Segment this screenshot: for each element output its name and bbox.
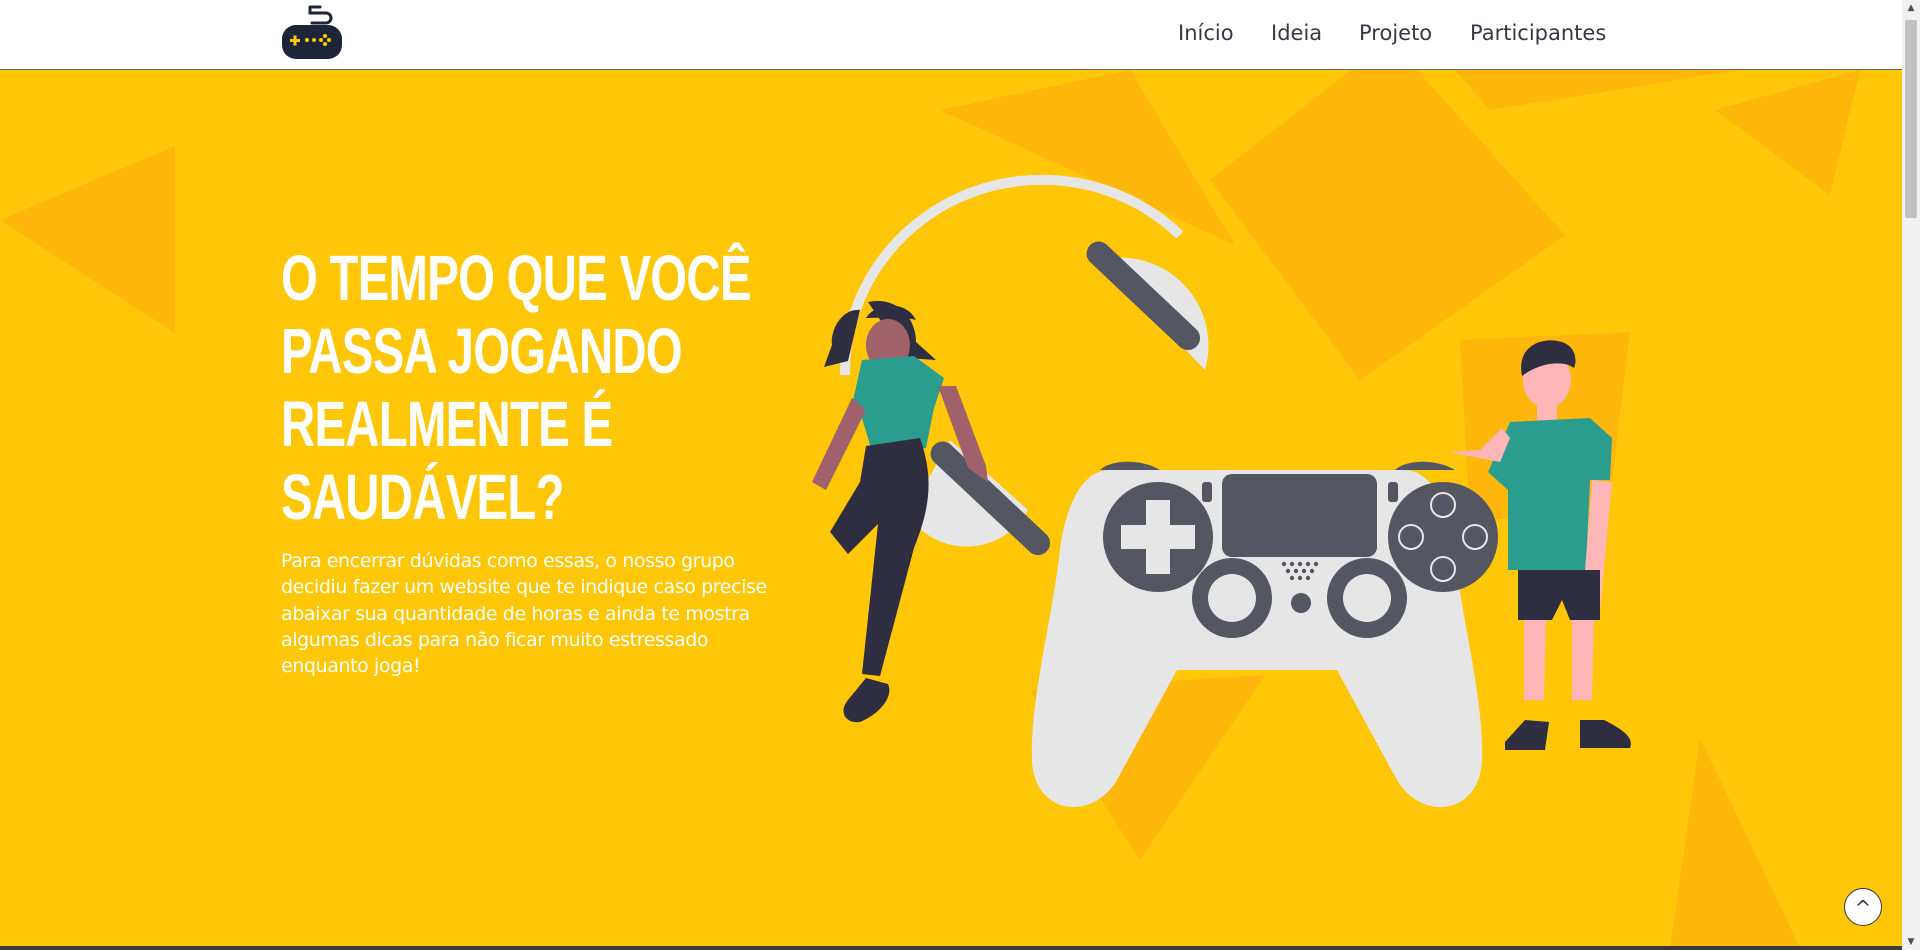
- bottom-edge: [0, 946, 1902, 950]
- gamepad-icon[interactable]: [280, 5, 344, 59]
- scroll-to-top-button[interactable]: ^: [1844, 888, 1882, 926]
- scroll-down-arrow-icon[interactable]: ▼: [1902, 934, 1920, 950]
- scroll-up-arrow-icon[interactable]: ▲: [1902, 0, 1920, 16]
- nav-link-participantes[interactable]: Participantes: [1470, 21, 1606, 45]
- controller-image: [1031, 461, 1498, 808]
- site-header: Início Ideia Projeto Participantes: [0, 0, 1902, 70]
- nav-link-ideia[interactable]: Ideia: [1271, 21, 1322, 45]
- hero-section: O TEMPO QUE VOCÊ PASSA JOGANDO REALMENTE…: [0, 70, 1902, 948]
- scrollbar-thumb[interactable]: [1905, 20, 1917, 218]
- gamers-illustration: [812, 174, 1631, 808]
- nav-link-inicio[interactable]: Início: [1178, 21, 1234, 45]
- scrollbar[interactable]: ▲ ▼: [1902, 0, 1920, 950]
- nav-link-projeto[interactable]: Projeto: [1359, 21, 1432, 45]
- arrow-up-icon: ^: [1854, 896, 1872, 920]
